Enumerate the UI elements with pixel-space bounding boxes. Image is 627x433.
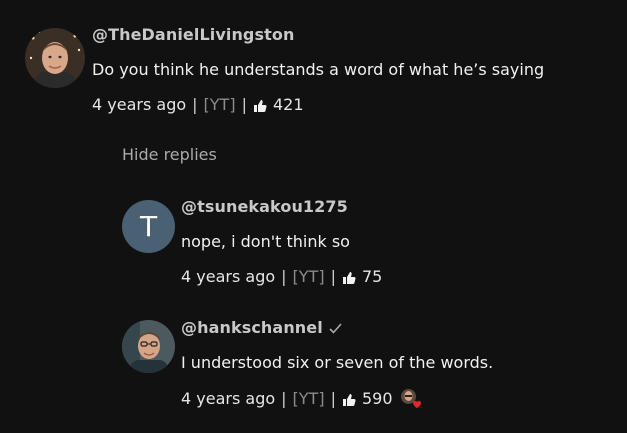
like-count: 421	[272, 95, 304, 114]
author-name: @hankschannel	[181, 318, 323, 337]
comment-source: [YT]	[292, 267, 325, 286]
meta-separator: |	[330, 267, 336, 286]
avatar-letter: T	[139, 210, 158, 243]
thumbs-up-icon[interactable]	[253, 98, 267, 112]
meta-separator: |	[241, 95, 247, 114]
comment-time: 4 years ago	[181, 267, 276, 286]
comment-source: [YT]	[292, 389, 325, 408]
comment-meta: 4 years ago | [YT] | 590	[181, 389, 393, 408]
comment-author[interactable]: @hankschannel	[181, 318, 342, 338]
comment-time: 4 years ago	[181, 389, 276, 408]
avatar[interactable]	[25, 28, 85, 88]
meta-separator: |	[192, 95, 198, 114]
like-count: 590	[361, 389, 393, 408]
comment-author[interactable]: @TheDanielLivingston	[92, 25, 294, 44]
comment-time: 4 years ago	[92, 95, 187, 114]
like-count: 75	[361, 267, 383, 286]
meta-separator: |	[330, 389, 336, 408]
check-icon	[329, 319, 342, 338]
hide-replies-button[interactable]: Hide replies	[122, 145, 217, 164]
comment-text: I understood six or seven of the words.	[181, 353, 494, 372]
thumbs-up-icon[interactable]	[342, 270, 356, 284]
comment-meta: 4 years ago | [YT] | 75	[181, 267, 382, 286]
meta-separator: |	[281, 389, 287, 408]
comment-author[interactable]: @tsunekakou1275	[181, 197, 348, 216]
comment-source: [YT]	[203, 95, 236, 114]
thumbs-up-icon[interactable]	[342, 392, 356, 406]
comment-text: Do you think he understands a word of wh…	[92, 60, 545, 79]
meta-separator: |	[281, 267, 287, 286]
comment-meta: 4 years ago | [YT] | 421	[92, 95, 304, 114]
comment-text: nope, i don't think so	[181, 232, 350, 251]
avatar[interactable]: T	[122, 200, 175, 253]
creator-heart-icon	[400, 388, 426, 412]
avatar[interactable]	[122, 320, 175, 373]
